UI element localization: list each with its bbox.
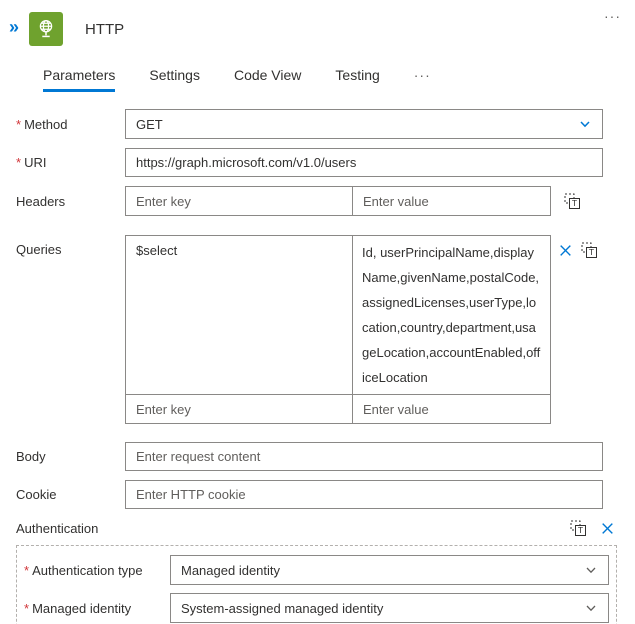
body-input[interactable]: [125, 442, 603, 471]
managed-identity-label: * Managed identity: [24, 600, 132, 616]
required-asterisk: *: [16, 155, 22, 170]
authentication-text-mode-toggle-icon[interactable]: T: [568, 518, 588, 538]
globe-icon: [39, 19, 53, 38]
uri-input[interactable]: [125, 148, 603, 177]
body-row: Body: [16, 442, 619, 471]
http-action-panel: » HTTP ··· Parameters Settings Code View: [0, 0, 635, 624]
svg-text:T: T: [588, 247, 593, 257]
headers-row: Headers T: [16, 186, 619, 216]
queries-table: $select Id, userPrincipalName,displayNam…: [125, 235, 551, 424]
header-entry-row: [126, 187, 550, 215]
query-key-input-empty[interactable]: [126, 395, 352, 423]
tab-code-view[interactable]: Code View: [234, 67, 301, 92]
panel-header: » HTTP ···: [0, 0, 635, 47]
remove-query-row-icon[interactable]: [555, 240, 575, 260]
action-title: HTTP: [85, 20, 125, 38]
query-entry-row: $select Id, userPrincipalName,displayNam…: [126, 236, 550, 394]
header-more-menu-icon[interactable]: ···: [604, 8, 621, 24]
body-label: Body: [16, 449, 46, 464]
queries-text-mode-toggle-icon[interactable]: T: [579, 240, 599, 260]
http-connector-icon: [29, 12, 64, 46]
tab-bar: Parameters Settings Code View Testing ··…: [43, 67, 635, 92]
query-key-input[interactable]: $select: [126, 236, 352, 265]
required-asterisk: *: [24, 600, 30, 616]
queries-label: Queries: [16, 242, 62, 257]
managed-identity-dropdown[interactable]: System-assigned managed identity: [170, 593, 609, 623]
cookie-row: Cookie: [16, 480, 619, 509]
collapse-panel-icon[interactable]: »: [9, 18, 19, 36]
authentication-type-label: * Authentication type: [24, 562, 143, 578]
tab-parameters[interactable]: Parameters: [43, 67, 116, 92]
authentication-type-dropdown[interactable]: Managed identity: [170, 555, 609, 585]
queries-row: Queries $select Id, userPrincipalName,di…: [16, 235, 619, 424]
tab-testing[interactable]: Testing: [335, 67, 379, 92]
svg-text:T: T: [577, 525, 582, 535]
method-label: * Method: [16, 116, 68, 132]
svg-text:T: T: [571, 198, 576, 208]
cookie-input[interactable]: [125, 480, 603, 509]
method-dropdown[interactable]: GET: [125, 109, 603, 139]
uri-label: * URI: [16, 155, 47, 170]
authentication-section: * Authentication type Managed identity * M…: [16, 545, 617, 624]
header-value-input[interactable]: [353, 187, 550, 215]
method-value: GET: [136, 116, 163, 132]
headers-label: Headers: [16, 193, 66, 209]
query-value-input[interactable]: Id, userPrincipalName,displayName,givenN…: [353, 236, 550, 394]
chevron-down-icon: [580, 121, 590, 128]
remove-authentication-icon[interactable]: [597, 518, 617, 538]
required-asterisk: *: [24, 562, 30, 578]
parameters-form: *Method GET *URI Headers: [0, 92, 635, 624]
managed-identity-value: System-assigned managed identity: [181, 600, 384, 616]
uri-row: * URI: [16, 148, 619, 177]
tab-overflow-icon[interactable]: ···: [414, 67, 431, 92]
chevron-down-icon: [586, 567, 596, 574]
query-entry-row-empty: [126, 394, 550, 423]
authentication-label: Authentication: [16, 520, 99, 536]
authentication-type-value: Managed identity: [181, 562, 281, 578]
chevron-down-icon: [586, 605, 596, 612]
managed-identity-row: * Managed identity System-assigned manage…: [24, 593, 609, 623]
authentication-header: Authentication T: [16, 518, 617, 538]
query-value-input-empty[interactable]: [353, 395, 550, 423]
headers-text-mode-toggle-icon[interactable]: T: [562, 191, 582, 211]
authentication-type-row: * Authentication type Managed identity: [24, 555, 609, 585]
method-row: * Method GET: [16, 109, 619, 139]
tab-settings[interactable]: Settings: [149, 67, 200, 92]
cookie-label: Cookie: [16, 487, 57, 502]
headers-table: [125, 186, 551, 216]
required-asterisk: *: [16, 116, 22, 132]
header-key-input[interactable]: [126, 187, 352, 215]
